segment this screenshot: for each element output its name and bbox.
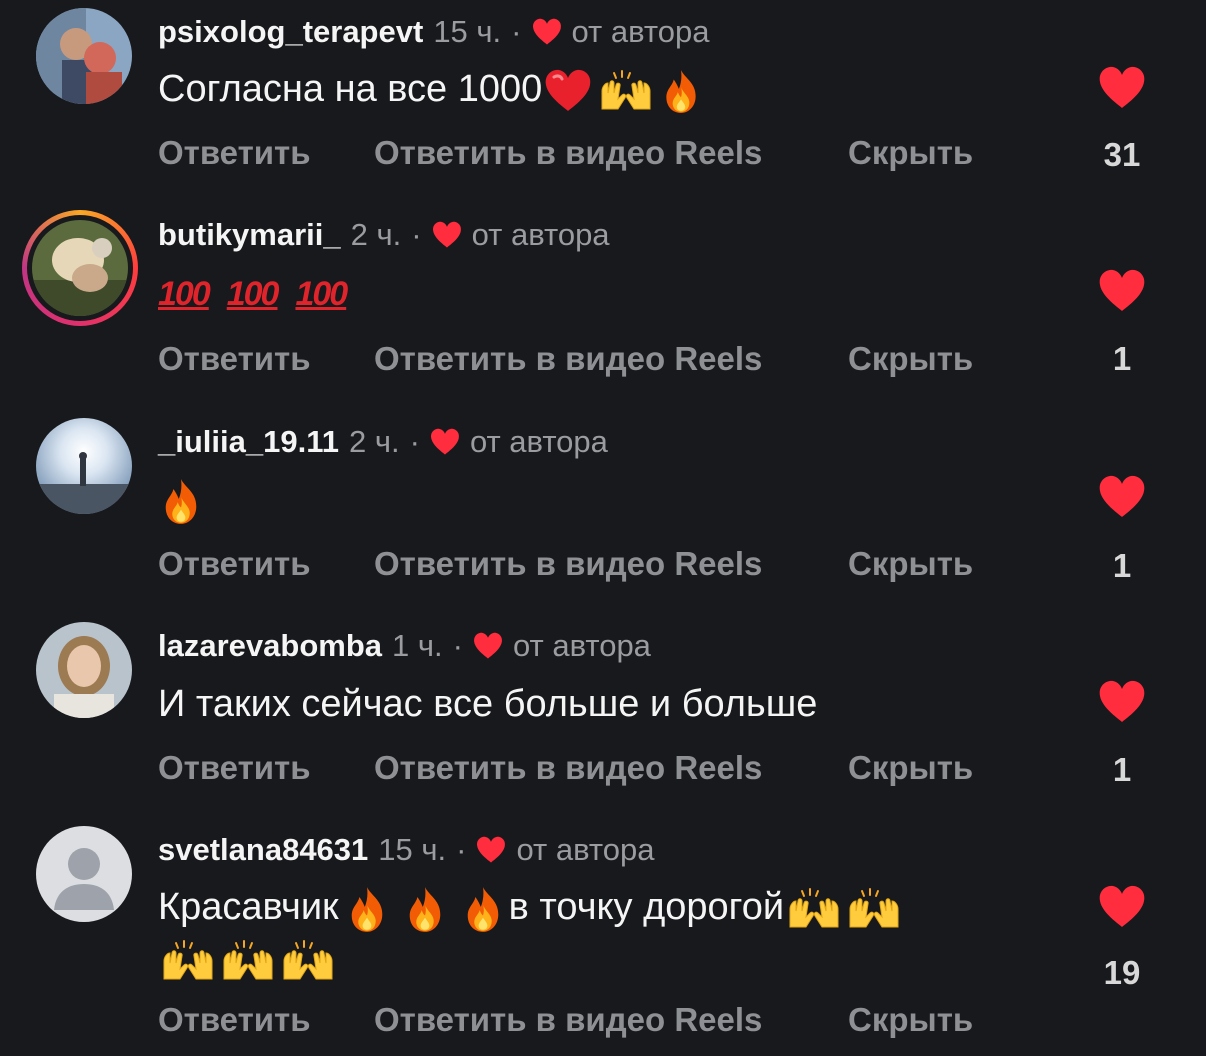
raising-hands-icon [844,887,904,931]
fire-icon [403,885,447,933]
comment-text-line2 [158,934,338,984]
timestamp: 15 ч. [378,832,447,867]
reply-button[interactable]: Ответить [158,748,374,788]
liked-by-author-label: от автора [516,832,655,867]
hide-button[interactable]: Скрыть [848,748,973,788]
username[interactable]: svetlana84631 [158,832,368,868]
reply-button[interactable]: Ответить [158,133,374,173]
comment-actions: Ответить Ответить в видео Reels Скрыть [158,1000,973,1040]
raising-hands-icon [278,939,338,983]
like-count: 1 [1112,751,1132,788]
hundred-points-icon: 100 [226,275,280,313]
liked-by-author-label: от автора [512,628,651,663]
separator-dot: · [456,832,467,867]
like-count: 1 [1112,547,1132,584]
author-heart-icon [476,836,506,864]
separator-dot: · [452,628,463,663]
comment-actions: Ответить Ответить в видео Reels Скрыть [158,133,973,173]
hundred-points-icon: 100 [295,275,348,313]
separator-dot: · [511,14,522,49]
raising-hands-icon [158,939,218,983]
reply-reels-button[interactable]: Ответить в видео Reels [374,133,848,173]
reply-reels-button[interactable]: Ответить в видео Reels [374,748,848,788]
comment-text [158,474,204,525]
comment-meta: butikymarii_ 2 ч. · от автора [158,217,610,253]
hide-button[interactable]: Скрыть [848,544,973,584]
liked-by-author-label: от автора [571,14,710,49]
like-count: 19 [1103,954,1141,991]
comment-meta: _iuliia_19.11 2 ч. · от автора [158,424,608,460]
username[interactable]: psixolog_terapevt [158,14,423,50]
like-heart-icon[interactable] [1098,680,1146,724]
raising-hands-icon [784,887,844,931]
comment-actions: Ответить Ответить в видео Reels Скрыть [158,748,973,788]
comment-meta: psixolog_terapevt 15 ч. · от автора [158,14,709,50]
author-heart-icon [532,18,562,46]
username[interactable]: _iuliia_19.11 [158,424,339,460]
avatar[interactable] [36,8,132,104]
author-heart-icon [432,221,462,249]
comment-text-part: в точку дорогой [508,886,785,928]
separator-dot: · [409,424,420,459]
comment-meta: svetlana84631 15 ч. · от автора [158,832,654,868]
timestamp: 2 ч. [348,424,400,459]
like-heart-icon[interactable] [1098,269,1146,313]
default-avatar[interactable] [36,826,132,922]
reply-reels-button[interactable]: Ответить в видео Reels [374,339,848,379]
comment-text-content: Согласна на все 1000 [158,68,543,110]
reply-reels-button[interactable]: Ответить в видео Reels [374,1000,848,1040]
username[interactable]: lazarevabomba [158,628,382,664]
hundred-points-icon: 100 [158,275,211,313]
comment-text: 100 100 100 [158,268,364,319]
author-heart-icon [430,428,460,456]
timestamp: 1 ч. [392,628,443,663]
avatar[interactable] [36,622,132,718]
reply-button[interactable]: Ответить [158,1000,374,1040]
fire-icon [158,477,204,525]
avatar[interactable] [36,418,132,514]
timestamp: 15 ч. [433,14,502,49]
reply-button[interactable]: Ответить [158,544,374,584]
like-heart-icon[interactable] [1098,66,1146,110]
comment-text-part: Красавчик [158,886,339,928]
like-count: 1 [1112,340,1132,377]
separator-dot: · [411,217,422,252]
comment-meta: lazarevabomba 1 ч. · от автора [158,628,651,664]
story-ring-avatar[interactable] [22,210,138,326]
fire-icon [660,68,702,114]
raising-hands-icon [218,939,278,983]
like-heart-icon[interactable] [1098,885,1146,929]
hide-button[interactable]: Скрыть [848,133,973,173]
comment-text: И таких сейчас все больше и больше [158,683,818,725]
like-heart-icon[interactable] [1098,475,1146,519]
fire-icon [345,885,389,933]
liked-by-author-label: от автора [471,217,610,252]
reply-button[interactable]: Ответить [158,339,374,379]
timestamp: 2 ч. [350,217,402,252]
username[interactable]: butikymarii_ [158,217,341,253]
liked-by-author-label: от автора [469,424,608,459]
comment-text: Согласна на все 1000 [158,64,702,114]
comment-actions: Ответить Ответить в видео Reels Скрыть [158,339,973,379]
hide-button[interactable]: Скрыть [848,1000,973,1040]
reply-reels-button[interactable]: Ответить в видео Reels [374,544,848,584]
fire-icon [461,885,505,933]
hide-button[interactable]: Скрыть [848,339,973,379]
comment-text: Красавчик в точку дорогой [158,882,904,933]
comment-actions: Ответить Ответить в видео Reels Скрыть [158,544,973,584]
like-count: 31 [1103,136,1141,173]
red-heart-icon [544,69,592,113]
author-heart-icon [473,632,503,660]
raising-hands-icon [596,69,656,113]
